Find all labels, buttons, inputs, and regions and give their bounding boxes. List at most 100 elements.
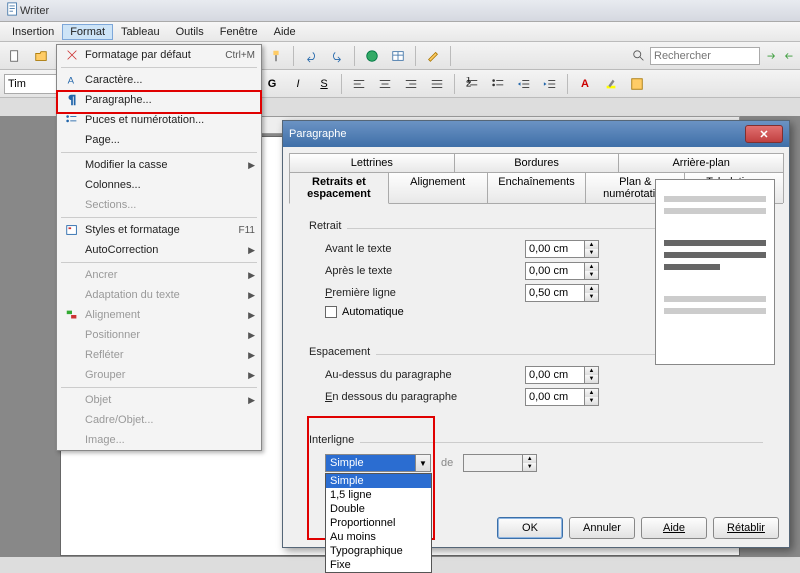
- italic-button[interactable]: I: [287, 73, 309, 95]
- menu-item-label: Colonnes...: [85, 179, 255, 191]
- input-first-line[interactable]: 0,50 cm: [525, 284, 585, 302]
- input-after-text[interactable]: 0,00 cm: [525, 262, 585, 280]
- menu-item-label: Paragraphe...: [85, 94, 255, 106]
- menu-format[interactable]: Format: [62, 24, 113, 40]
- cancel-button[interactable]: Annuler: [569, 517, 635, 539]
- close-button[interactable]: ✕: [745, 125, 783, 143]
- ok-button[interactable]: OK: [497, 517, 563, 539]
- redo-button[interactable]: [326, 45, 348, 67]
- menu-item-label: Ancrer: [85, 269, 248, 281]
- tab-lettrines[interactable]: Lettrines: [289, 153, 455, 172]
- menu-separator: [61, 152, 257, 153]
- align-justify-button[interactable]: [426, 73, 448, 95]
- menu-item-label: Caractère...: [85, 74, 255, 86]
- tab-alignement[interactable]: Alignement: [388, 172, 488, 203]
- highlight-button[interactable]: [600, 73, 622, 95]
- spinner-before-text[interactable]: ▲▼: [585, 240, 599, 258]
- menu-outils[interactable]: Outils: [168, 24, 212, 40]
- search-prev-icon[interactable]: [782, 49, 796, 63]
- bullets-icon: [63, 113, 81, 127]
- app-icon: [6, 2, 20, 19]
- menu-item-page[interactable]: Page...: [57, 130, 261, 150]
- format-paintbrush-button[interactable]: [265, 45, 287, 67]
- bold-button[interactable]: G: [261, 73, 283, 95]
- menu-item-default-formatting[interactable]: Formatage par défaut Ctrl+M: [57, 45, 261, 65]
- search-input[interactable]: [650, 47, 760, 65]
- tab-bordures[interactable]: Bordures: [454, 153, 620, 172]
- menu-item-label: Page...: [85, 134, 255, 146]
- tab-arriere-plan[interactable]: Arrière-plan: [618, 153, 784, 172]
- underline-button[interactable]: S: [313, 73, 335, 95]
- toolbar-separator: [293, 46, 294, 66]
- interligne-option-fixe[interactable]: Fixe: [326, 558, 431, 572]
- menu-insertion[interactable]: Insertion: [4, 24, 62, 40]
- spinner-below[interactable]: ▲▼: [585, 388, 599, 406]
- align-right-button[interactable]: [400, 73, 422, 95]
- show-draw-functions-button[interactable]: [422, 45, 444, 67]
- menu-item-autocorrection[interactable]: AutoCorrection ▶: [57, 240, 261, 260]
- numbering-button[interactable]: 12: [461, 73, 483, 95]
- tab-enchainements[interactable]: Enchaînements: [487, 172, 587, 203]
- label-before-text: Avant le texte: [325, 243, 525, 255]
- menu-item-character[interactable]: A Caractère...: [57, 70, 261, 90]
- menu-item-columns[interactable]: Colonnes...: [57, 175, 261, 195]
- new-doc-button[interactable]: [4, 45, 26, 67]
- menu-separator: [61, 67, 257, 68]
- menu-item-bullets[interactable]: Puces et numérotation...: [57, 110, 261, 130]
- spinner-first-line[interactable]: ▲▼: [585, 284, 599, 302]
- interligne-combo[interactable]: Simple ▼ Simple 1,5 ligne Double Proport…: [325, 454, 431, 472]
- menu-item-label: Formatage par défaut: [85, 49, 225, 61]
- menu-tableau[interactable]: Tableau: [113, 24, 168, 40]
- increase-indent-button[interactable]: [539, 73, 561, 95]
- menu-item-label: Objet: [85, 394, 248, 406]
- toolbar-separator: [454, 74, 455, 94]
- menu-item-paragraph[interactable]: Paragraphe...: [57, 90, 261, 110]
- interligne-option-simple[interactable]: Simple: [326, 474, 431, 488]
- toolbar-separator: [341, 74, 342, 94]
- search-icon: [632, 49, 646, 63]
- chevron-down-icon: ▼: [415, 455, 430, 471]
- input-above[interactable]: 0,00 cm: [525, 366, 585, 384]
- undo-button[interactable]: [300, 45, 322, 67]
- interligne-option-proportionnel[interactable]: Proportionnel: [326, 516, 431, 530]
- reset-button[interactable]: Rétablir: [713, 517, 779, 539]
- menu-item-label: Alignement: [85, 309, 248, 321]
- menu-item-alignment: Alignement ▶: [57, 305, 261, 325]
- menu-item-label: Positionner: [85, 329, 248, 341]
- submenu-arrow-icon: ▶: [248, 290, 255, 301]
- input-below[interactable]: 0,00 cm: [525, 388, 585, 406]
- submenu-arrow-icon: ▶: [248, 330, 255, 341]
- menu-item-change-case[interactable]: Modifier la casse ▶: [57, 155, 261, 175]
- menu-item-styles[interactable]: Styles et formatage F11: [57, 220, 261, 240]
- input-before-text[interactable]: 0,00 cm: [525, 240, 585, 258]
- interligne-option-15[interactable]: 1,5 ligne: [326, 488, 431, 502]
- submenu-arrow-icon: ▶: [248, 270, 255, 281]
- open-button[interactable]: [30, 45, 52, 67]
- interligne-option-typo[interactable]: Typographique: [326, 544, 431, 558]
- menu-fenetre[interactable]: Fenêtre: [212, 24, 266, 40]
- format-dropdown: Formatage par défaut Ctrl+M A Caractère.…: [56, 44, 262, 451]
- menu-item-group: Grouper ▶: [57, 365, 261, 385]
- spinner-above[interactable]: ▲▼: [585, 366, 599, 384]
- help-button[interactable]: Aide: [641, 517, 707, 539]
- interligne-option-au-moins[interactable]: Au moins: [326, 530, 431, 544]
- decrease-indent-button[interactable]: [513, 73, 535, 95]
- font-name-combo[interactable]: Tim: [4, 74, 64, 94]
- bullets-button[interactable]: [487, 73, 509, 95]
- spinner-after-text[interactable]: ▲▼: [585, 262, 599, 280]
- align-icon: [63, 308, 81, 322]
- table-button[interactable]: [387, 45, 409, 67]
- search-next-icon[interactable]: [764, 49, 778, 63]
- interligne-option-double[interactable]: Double: [326, 502, 431, 516]
- align-left-button[interactable]: [348, 73, 370, 95]
- svg-text:A: A: [68, 76, 75, 87]
- hyperlink-button[interactable]: [361, 45, 383, 67]
- tab-retraits[interactable]: Retraits et espacement: [289, 172, 389, 204]
- toolbar-separator: [415, 46, 416, 66]
- checkbox-box: [325, 306, 337, 318]
- align-center-button[interactable]: [374, 73, 396, 95]
- font-color-button[interactable]: A: [574, 73, 596, 95]
- menu-aide[interactable]: Aide: [266, 24, 304, 40]
- dialog-titlebar[interactable]: Paragraphe ✕: [283, 121, 789, 147]
- background-color-button[interactable]: [626, 73, 648, 95]
